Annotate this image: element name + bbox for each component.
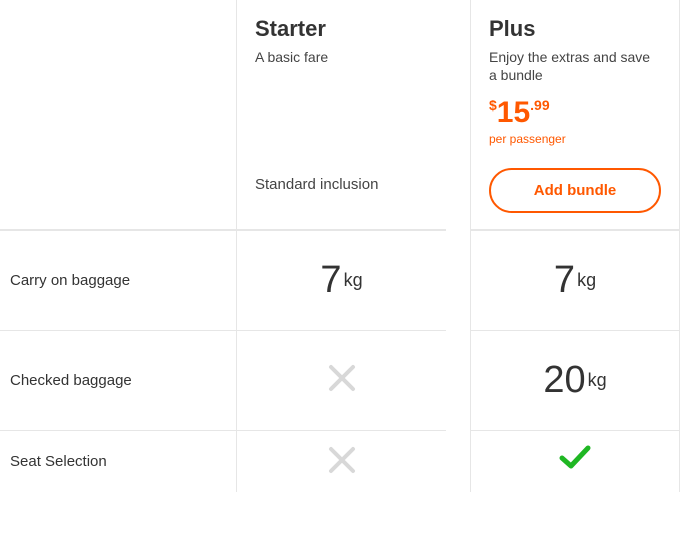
carry-plus-value: 7 [554,259,575,302]
cell-checked-starter [236,330,446,430]
price-per: per passenger [489,132,661,146]
included-icon [558,443,592,476]
row-label-checked: Checked baggage [0,330,236,430]
column-gap [446,230,470,330]
cell-checked-plus: 20 kg [470,330,680,430]
carry-starter-unit: kg [344,270,363,291]
plan-header-starter: Starter A basic fare Standard inclusion [236,0,446,230]
fare-comparison-table: Starter A basic fare Standard inclusion … [0,0,680,492]
cell-seat-starter [236,430,446,492]
checked-plus-unit: kg [588,370,607,391]
not-included-icon [325,361,359,400]
column-gap [446,430,470,492]
cell-seat-plus [470,430,680,492]
checked-plus-value: 20 [543,359,585,402]
row-label-carry: Carry on baggage [0,230,236,330]
plan-desc-plus: Enjoy the extras and save a bundle [489,48,661,84]
price-currency: $ [489,97,497,113]
price-whole: 15 [497,96,530,129]
carry-plus-unit: kg [577,270,596,291]
cell-carry-starter: 7 kg [236,230,446,330]
plan-price-plus: $15.99 [489,98,661,128]
plan-note-starter: Standard inclusion [255,176,428,193]
column-gap [446,0,470,230]
carry-starter-value: 7 [320,259,341,302]
header-spacer [0,0,236,230]
price-cents: .99 [530,97,549,113]
not-included-icon [325,443,359,482]
plan-name-plus: Plus [489,16,661,42]
plan-header-plus: Plus Enjoy the extras and save a bundle … [470,0,680,230]
cell-carry-plus: 7 kg [470,230,680,330]
plan-desc-starter: A basic fare [255,48,428,66]
row-label-seat: Seat Selection [0,430,236,492]
column-gap [446,330,470,430]
add-bundle-button[interactable]: Add bundle [489,168,661,213]
plan-name-starter: Starter [255,16,428,42]
